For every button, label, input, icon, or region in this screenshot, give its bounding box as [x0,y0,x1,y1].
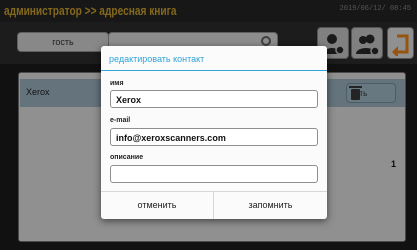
title-divider [101,70,327,71]
description-label: описание [110,154,144,161]
edit-contact-dialog: редактировать контакт имя Xerox e-mail i… [101,46,327,219]
name-field[interactable]: Xerox [110,90,318,108]
description-field[interactable] [110,165,318,183]
cancel-button[interactable]: отменить [101,192,214,219]
name-label: имя [110,80,124,87]
email-field[interactable]: info@xeroxscanners.com [110,128,318,146]
save-button[interactable]: запомнить [214,192,327,219]
dialog-title: редактировать контакт [109,54,205,64]
email-label: e-mail [110,117,131,124]
dialog-footer: отменить запомнить [101,191,327,219]
